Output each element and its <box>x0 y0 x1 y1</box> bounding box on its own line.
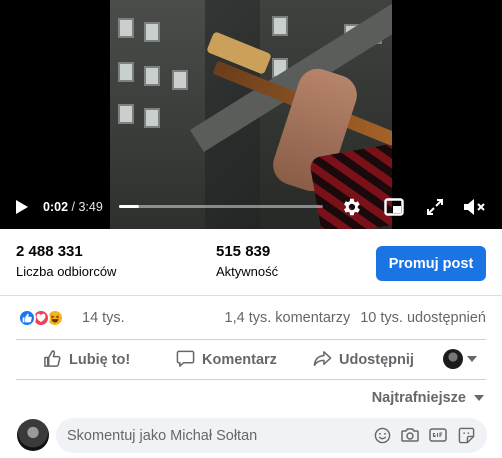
time-separator: / <box>68 200 79 214</box>
shares-count-link[interactable]: 10 tys. udostępnień <box>360 310 486 326</box>
comment-composer <box>56 418 487 453</box>
play-icon[interactable] <box>13 198 31 216</box>
share-arrow-icon <box>313 349 332 372</box>
thumbs-up-icon <box>43 349 62 372</box>
reaction-icons[interactable] <box>18 308 64 328</box>
sort-label: Najtrafniejsze <box>371 390 466 406</box>
video-time: 0:02 / 3:49 <box>43 200 103 214</box>
reaction-count[interactable]: 14 tys. <box>82 310 125 326</box>
share-button[interactable]: Udostępnij <box>313 345 414 375</box>
video-window <box>118 62 134 82</box>
divider <box>16 379 486 380</box>
reach-label: Liczba odbiorców <box>16 264 117 279</box>
promote-post-button[interactable]: Promuj post <box>376 246 486 281</box>
profile-selector[interactable] <box>443 349 477 369</box>
video-window <box>118 18 134 38</box>
camera-icon[interactable] <box>401 426 419 444</box>
caret-down-icon <box>467 356 477 362</box>
comment-sort-dropdown[interactable]: Najtrafniejsze <box>372 390 484 406</box>
video-player[interactable]: 0:02 / 3:49 <box>0 0 502 229</box>
muted-speaker-icon[interactable] <box>462 196 488 218</box>
engagement-counts: 1,4 tys. komentarzy 10 tys. udostępnień <box>225 310 486 326</box>
comment-button[interactable]: Komentarz <box>176 345 277 375</box>
fullscreen-icon[interactable] <box>424 196 446 218</box>
video-window <box>144 108 160 128</box>
sticker-icon[interactable] <box>457 426 475 444</box>
divider <box>0 295 502 296</box>
picture-in-picture-icon[interactable] <box>383 196 405 218</box>
comment-input[interactable] <box>67 418 357 453</box>
engagement-value: 515 839 <box>216 243 271 260</box>
gif-icon[interactable] <box>429 426 447 444</box>
avatar <box>443 349 463 369</box>
video-window <box>118 104 134 124</box>
duration: 3:49 <box>78 200 103 214</box>
like-label: Lubię to! <box>69 352 131 368</box>
current-time: 0:02 <box>43 200 69 214</box>
avatar[interactable] <box>17 419 49 451</box>
emoji-icon[interactable] <box>373 426 391 444</box>
caret-down-icon <box>474 395 484 401</box>
comment-label: Komentarz <box>202 352 277 368</box>
like-reaction-icon <box>18 309 36 327</box>
divider <box>16 339 486 340</box>
comments-count-link[interactable]: 1,4 tys. komentarzy <box>225 310 351 326</box>
video-window <box>144 22 160 42</box>
video-window <box>172 70 188 90</box>
reach-value: 2 488 331 <box>16 243 83 260</box>
video-window <box>272 16 288 36</box>
share-label: Udostępnij <box>339 352 414 368</box>
like-button[interactable]: Lubię to! <box>43 345 130 375</box>
progress-fill <box>119 205 140 208</box>
engagement-label: Aktywność <box>216 264 279 279</box>
gear-icon[interactable] <box>339 195 363 219</box>
video-controls: 0:02 / 3:49 <box>0 190 502 224</box>
speech-bubble-icon <box>176 349 195 372</box>
video-window <box>144 66 160 86</box>
progress-bar[interactable] <box>119 205 323 208</box>
